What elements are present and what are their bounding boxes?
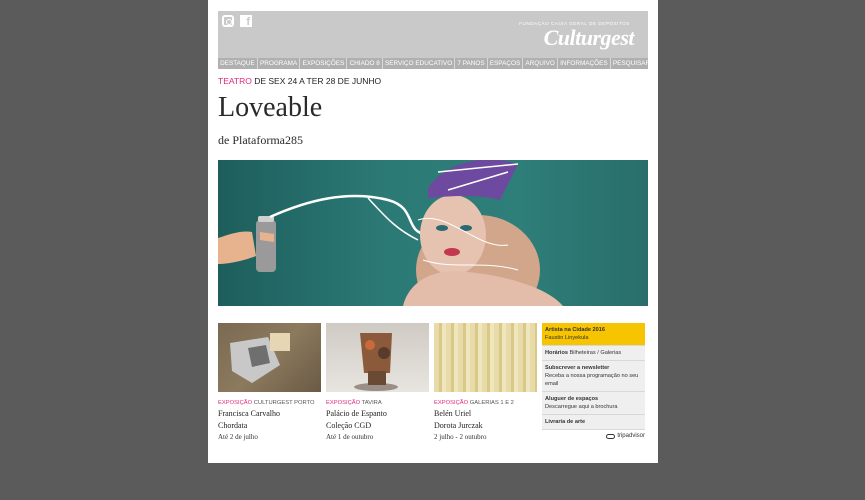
- artist-name: Faustin Linyekula: [545, 335, 589, 341]
- sidebar: Artista na Cidade 2016 Faustin Linyekula…: [542, 323, 645, 439]
- thumb-title[interactable]: Belén Uriel: [434, 409, 537, 418]
- artist-title: Artista na Cidade 2016: [545, 327, 606, 333]
- culturgest-logo[interactable]: Culturgest: [544, 25, 635, 51]
- masthead: f FUNDAÇÃO CAIXA GERAL DE DEPÓSITOS Cult…: [218, 11, 648, 58]
- nav-chiado-8[interactable]: CHIADO 8: [347, 58, 383, 69]
- thumb-category[interactable]: EXPOSIÇÃO: [326, 400, 360, 406]
- nav-7-panos[interactable]: 7 PANOS: [455, 58, 488, 69]
- page-title[interactable]: Loveable: [218, 92, 322, 124]
- newsletter-text: Receba a nossa programação no seu email: [545, 373, 639, 387]
- thumb-subtitle: Chordata: [218, 421, 248, 430]
- page-subtitle: de Plataforma285: [218, 133, 303, 147]
- thumb-category-line: EXPOSIÇÃO CULTURGEST PORTO: [218, 400, 321, 406]
- event-dateline: TEATRO DE SEX 24 A TER 28 DE JUNHO: [218, 76, 381, 86]
- thumb-subtitle: Coleção CGD: [326, 421, 372, 430]
- nav-programa[interactable]: PROGRAMA: [258, 58, 301, 69]
- livraria-link: Livraria de arte: [545, 419, 586, 425]
- tripadvisor-owl-icon: [606, 433, 616, 439]
- nav-espacos[interactable]: ESPAÇOS: [488, 58, 524, 69]
- nav-servico-educativo[interactable]: SERVIÇO EDUCATIVO: [383, 58, 456, 69]
- thumb-title[interactable]: Francisca Carvalho: [218, 409, 321, 418]
- thumb-card[interactable]: EXPOSIÇÃO CULTURGEST PORTO Francisca Car…: [218, 323, 321, 441]
- thumb-subtitle: Dorota Jurczak: [434, 421, 483, 430]
- instagram-icon[interactable]: [222, 15, 234, 27]
- tripadvisor-label: tripadvisor: [617, 433, 645, 439]
- hero-image[interactable]: [218, 160, 648, 306]
- horarios-box[interactable]: Horários Bilheteiras / Galerias: [542, 346, 645, 361]
- thumb-dates: Até 2 de julho: [218, 433, 258, 441]
- thumb-card[interactable]: EXPOSIÇÃO GALERIAS 1 E 2 Belén Uriel Dor…: [434, 323, 537, 441]
- event-category[interactable]: TEATRO: [218, 76, 252, 86]
- nav-destaque[interactable]: DESTAQUE: [218, 58, 258, 69]
- tripadvisor-badge[interactable]: tripadvisor: [542, 433, 645, 439]
- main-nav: DESTAQUE PROGRAMA EXPOSIÇÕES CHIADO 8 SE…: [218, 58, 648, 69]
- newsletter-title: Subscrever a newsletter: [545, 365, 610, 371]
- featured-thumbnails: EXPOSIÇÃO CULTURGEST PORTO Francisca Car…: [218, 323, 537, 441]
- thumb-dates: 2 julho - 2 outubro: [434, 433, 487, 441]
- nav-arquivo[interactable]: ARQUIVO: [523, 58, 558, 69]
- thumb-card[interactable]: EXPOSIÇÃO TAVIRA Palácio de Espanto Cole…: [326, 323, 429, 441]
- thumb-place: CULTURGEST PORTO: [252, 400, 315, 406]
- event-dates: DE SEX 24 A TER 28 DE JUNHO: [251, 76, 382, 86]
- thumb-image[interactable]: [326, 323, 429, 392]
- aluguer-text: Descarregue aqui a brochura: [545, 404, 618, 410]
- thumb-category[interactable]: EXPOSIÇÃO: [434, 400, 468, 406]
- nav-informacoes[interactable]: INFORMAÇÕES: [558, 58, 611, 69]
- thumb-category[interactable]: EXPOSIÇÃO: [218, 400, 252, 406]
- aluguer-box[interactable]: Aluguer de espaços Descarregue aqui a br…: [542, 392, 645, 415]
- thumb-category-line: EXPOSIÇÃO TAVIRA: [326, 400, 429, 406]
- thumb-place: GALERIAS 1 E 2: [468, 400, 514, 406]
- nav-pesquisar[interactable]: PESQUISAR: [611, 58, 648, 69]
- thumb-category-line: EXPOSIÇÃO GALERIAS 1 E 2: [434, 400, 537, 406]
- thumb-title[interactable]: Palácio de Espanto: [326, 409, 429, 418]
- page-container: f FUNDAÇÃO CAIXA GERAL DE DEPÓSITOS Cult…: [208, 0, 658, 463]
- newsletter-box[interactable]: Subscrever a newsletter Receba a nossa p…: [542, 361, 645, 392]
- social-links: f: [222, 15, 252, 28]
- facebook-icon[interactable]: f: [240, 15, 252, 28]
- livraria-box[interactable]: Livraria de arte: [542, 415, 645, 430]
- horarios-title: Horários: [545, 350, 569, 356]
- thumb-image[interactable]: [434, 323, 537, 392]
- aluguer-title: Aluguer de espaços: [545, 396, 599, 402]
- artist-box[interactable]: Artista na Cidade 2016 Faustin Linyekula: [542, 323, 645, 346]
- thumb-place: TAVIRA: [360, 400, 382, 406]
- thumb-dates: Até 1 de outubro: [326, 433, 374, 441]
- nav-exposicoes[interactable]: EXPOSIÇÕES: [300, 58, 348, 69]
- thumb-image[interactable]: [218, 323, 321, 392]
- horarios-text: Bilheteiras / Galerias: [568, 350, 622, 356]
